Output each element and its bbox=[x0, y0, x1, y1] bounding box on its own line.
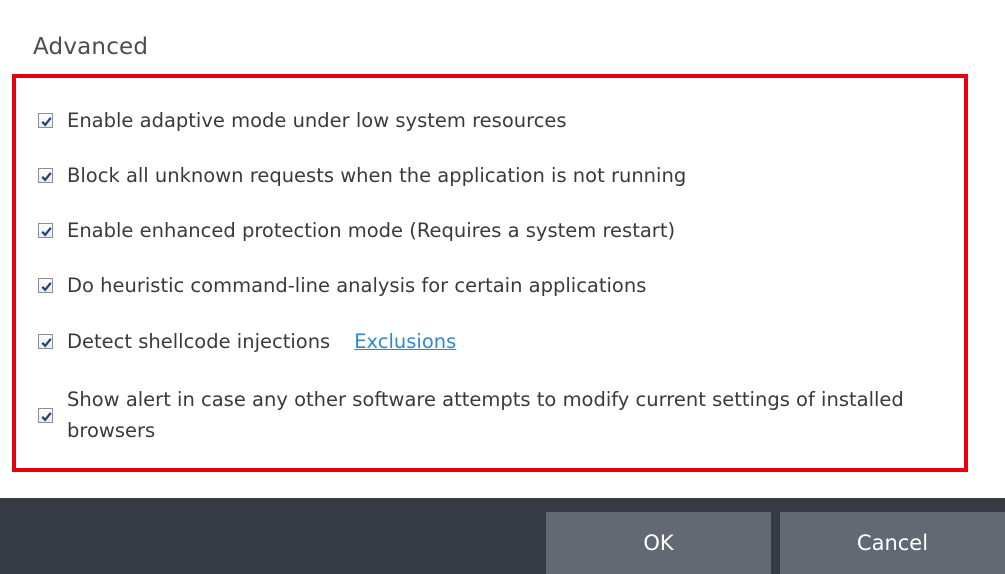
option-label: Detect shellcode injections bbox=[67, 330, 331, 353]
ok-button[interactable]: OK bbox=[546, 512, 771, 574]
option-label: Show alert in case any other software at… bbox=[67, 388, 904, 442]
checkmark-icon bbox=[41, 117, 52, 127]
highlight-box: Enable adaptive mode under low system re… bbox=[12, 74, 968, 472]
checkmark-icon bbox=[41, 338, 52, 348]
option-label: Enable enhanced protection mode (Require… bbox=[67, 219, 676, 242]
option-shellcode-injections[interactable]: Detect shellcode injections Exclusions bbox=[38, 326, 456, 357]
cancel-button[interactable]: Cancel bbox=[780, 512, 1005, 574]
checkbox-browser-alert[interactable] bbox=[38, 407, 53, 423]
option-adaptive-mode[interactable]: Enable adaptive mode under low system re… bbox=[38, 105, 567, 136]
advanced-settings-page: Advanced Enable adaptive mode under low … bbox=[0, 0, 1005, 574]
checkbox-block-unknown-requests[interactable] bbox=[38, 168, 53, 183]
option-label: Do heuristic command-line analysis for c… bbox=[67, 274, 647, 297]
checkmark-icon bbox=[41, 282, 52, 292]
dialog-footer: OK Cancel bbox=[0, 498, 1005, 574]
option-enhanced-protection[interactable]: Enable enhanced protection mode (Require… bbox=[38, 215, 675, 246]
option-heuristic-analysis[interactable]: Do heuristic command-line analysis for c… bbox=[38, 270, 646, 301]
checkbox-adaptive-mode[interactable] bbox=[38, 113, 53, 128]
option-browser-alert[interactable]: Show alert in case any other software at… bbox=[38, 384, 917, 446]
checkbox-heuristic-analysis[interactable] bbox=[38, 278, 53, 293]
checkbox-shellcode-injections[interactable] bbox=[38, 334, 53, 349]
checkmark-icon bbox=[41, 172, 52, 182]
section-title: Advanced bbox=[33, 34, 149, 60]
checkmark-icon bbox=[41, 411, 52, 421]
option-label: Block all unknown requests when the appl… bbox=[67, 164, 687, 187]
checkbox-enhanced-protection[interactable] bbox=[38, 223, 53, 238]
option-block-unknown-requests[interactable]: Block all unknown requests when the appl… bbox=[38, 160, 686, 191]
option-label: Enable adaptive mode under low system re… bbox=[67, 109, 567, 132]
exclusions-link[interactable]: Exclusions bbox=[354, 330, 456, 353]
checkmark-icon bbox=[41, 227, 52, 237]
